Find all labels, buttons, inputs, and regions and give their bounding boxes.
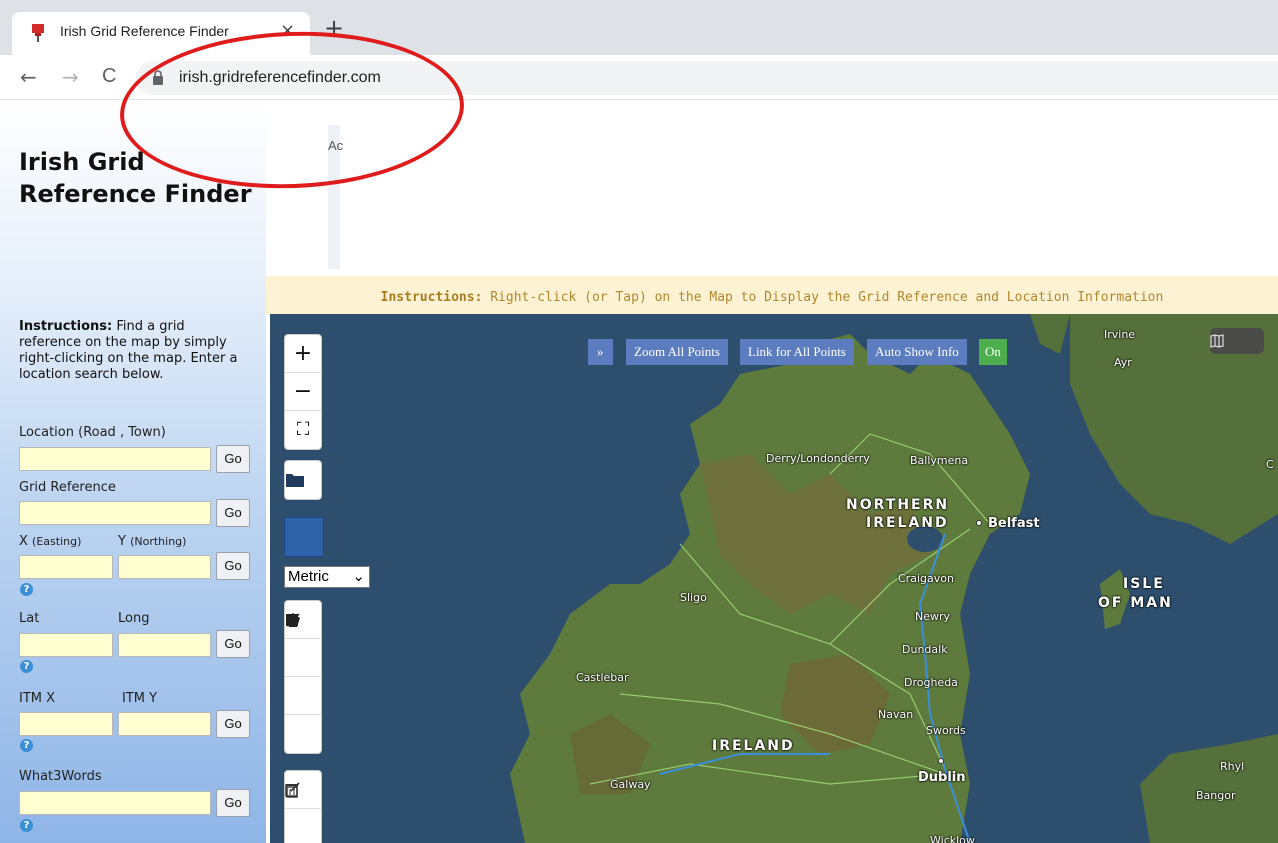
place-label: C [1266, 458, 1274, 471]
itm-x-label: ITM X [19, 691, 56, 706]
unit-select[interactable]: Metric ⌄ [284, 566, 370, 588]
edit-controls [284, 770, 322, 843]
page: Irish Grid Reference Finder Ac Instructi… [0, 100, 1278, 843]
place-label: OF MAN [1098, 595, 1173, 611]
place-label: Dundalk [902, 643, 948, 656]
w3w-label: What3Words [19, 769, 102, 784]
place-label: Dublin [918, 770, 966, 785]
draw-circle-icon[interactable] [285, 614, 321, 753]
fullscreen-icon[interactable]: ⛶ [285, 411, 321, 449]
city-dot [938, 758, 944, 764]
place-label: Newry [915, 610, 951, 623]
xy-go-button[interactable]: Go [216, 552, 250, 580]
long-label: Long [118, 611, 150, 626]
place-label: Belfast [988, 516, 1040, 531]
url-text: irish.gridreferencefinder.com [179, 69, 381, 86]
place-label: Drogheda [904, 676, 958, 689]
w3w-go-button[interactable]: Go [216, 789, 250, 817]
help-icon[interactable]: ? [20, 739, 33, 752]
trash-icon[interactable] [285, 784, 321, 843]
draw-controls [284, 600, 322, 754]
place-label: Sligo [680, 591, 707, 604]
help-icon[interactable]: ? [20, 819, 33, 832]
close-tab-icon[interactable]: × [280, 20, 295, 41]
location-label: Location (Road , Town) [19, 425, 166, 440]
open-file-control [284, 460, 322, 500]
browser-tab[interactable]: Irish Grid Reference Finder × [12, 12, 310, 55]
place-label: Irvine [1104, 328, 1136, 341]
chevron-down-icon: ⌄ [352, 568, 365, 585]
map-layers-icon[interactable] [1210, 328, 1264, 354]
city-dot [976, 520, 982, 526]
zoom-controls: + − ⛶ [284, 334, 322, 450]
zoom-in-button[interactable]: + [285, 335, 321, 373]
place-label: IRELAND [712, 738, 795, 754]
place-label: Craigavon [898, 572, 954, 585]
ad-banner[interactable] [328, 125, 1228, 269]
expand-button[interactable]: » [588, 339, 613, 365]
auto-show-on-toggle[interactable]: On [979, 339, 1007, 365]
y-label: Y (Northing) [118, 534, 187, 549]
place-label: Rhyl [1220, 760, 1245, 773]
forward-icon[interactable]: → [62, 65, 79, 89]
draw-rectangle-icon[interactable] [285, 614, 321, 715]
draw-polygon-icon[interactable] [285, 613, 321, 677]
address-bar[interactable]: irish.gridreferencefinder.com [136, 61, 1278, 95]
reload-icon[interactable]: C [102, 65, 116, 88]
back-icon[interactable]: ← [20, 65, 37, 89]
instructions-bar-text: Right-click (or Tap) on the Map to Displ… [482, 290, 1164, 305]
instructions-bar-label: Instructions: [380, 290, 483, 305]
place-label: ISLE [1123, 576, 1165, 592]
gridref-go-button[interactable]: Go [216, 499, 250, 527]
gridref-input[interactable] [19, 501, 211, 525]
itm-x-input[interactable] [19, 712, 113, 736]
instructions-bar: Instructions: Right-click (or Tap) on th… [266, 276, 1278, 314]
lat-label: Lat [19, 611, 40, 626]
latlong-go-button[interactable]: Go [216, 630, 250, 658]
w3w-input[interactable] [19, 791, 211, 815]
help-icon[interactable]: ? [20, 660, 33, 673]
auto-show-info-button[interactable]: Auto Show Info [867, 339, 967, 365]
new-tab-icon[interactable]: + [324, 16, 344, 40]
color-picker[interactable] [284, 517, 324, 557]
lat-input[interactable] [19, 633, 113, 657]
sidebar-instructions: Instructions: Find a grid reference on t… [19, 319, 249, 383]
itm-go-button[interactable]: Go [216, 710, 250, 738]
place-label: Bangor [1196, 789, 1236, 802]
place-label: Ballymena [910, 454, 969, 467]
y-northing-input[interactable] [118, 555, 211, 579]
place-label: Derry/Londonderry [766, 452, 870, 465]
pushpin-icon [32, 24, 44, 42]
sidebar-instructions-label: Instructions: [19, 319, 113, 334]
itm-y-label: ITM Y [122, 691, 158, 706]
place-label: NORTHERN [846, 497, 950, 513]
place-label: Ayr [1114, 356, 1132, 369]
place-label: Galway [610, 778, 651, 791]
browser-toolbar: ← → C irish.gridreferencefinder.com [0, 55, 1278, 100]
location-input[interactable] [19, 447, 211, 471]
browser-tabstrip: Irish Grid Reference Finder × + [0, 0, 1278, 55]
tab-title: Irish Grid Reference Finder [60, 23, 229, 39]
location-go-button[interactable]: Go [216, 445, 250, 473]
folder-icon[interactable] [285, 461, 321, 499]
place-label: Castlebar [576, 671, 629, 684]
place-label: Navan [878, 708, 914, 721]
place-label: Swords [926, 724, 966, 737]
ad-label: Ac [328, 138, 344, 153]
x-label: X (Easting) [19, 534, 82, 549]
zoom-all-points-button[interactable]: Zoom All Points [626, 339, 728, 365]
link-all-points-button[interactable]: Link for All Points [740, 339, 854, 365]
gridref-label: Grid Reference [19, 480, 116, 495]
zoom-out-button[interactable]: − [285, 373, 321, 411]
place-label: Wicklow [930, 834, 975, 843]
long-input[interactable] [118, 633, 211, 657]
map[interactable]: + − ⛶ Metric ⌄ » Zoom All Points Link fo… [270, 314, 1278, 843]
site-title: Irish Grid Reference Finder [19, 148, 252, 208]
x-easting-input[interactable] [19, 555, 113, 579]
itm-y-input[interactable] [118, 712, 211, 736]
lock-icon [153, 70, 163, 85]
help-icon[interactable]: ? [20, 583, 33, 596]
place-label: IRELAND [866, 515, 949, 531]
